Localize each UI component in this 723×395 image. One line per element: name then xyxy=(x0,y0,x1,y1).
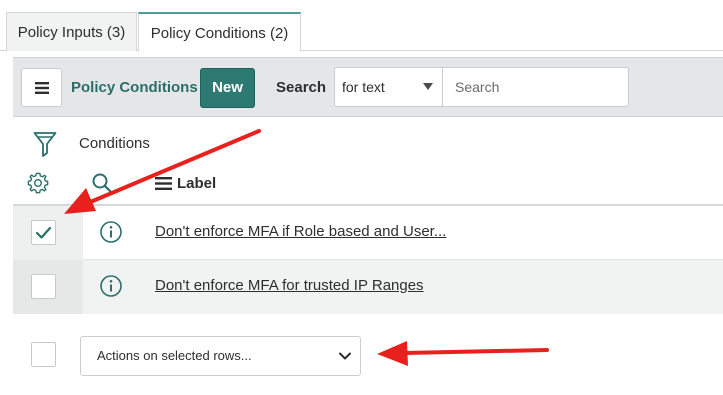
new-button[interactable]: New xyxy=(200,68,255,108)
table-row: Don't enforce MFA for trusted IP Ranges xyxy=(13,260,723,314)
conditions-label[interactable]: Conditions xyxy=(79,135,150,152)
list-toolbar: Policy Conditions New Search for text xyxy=(13,57,723,117)
row-checkbox[interactable] xyxy=(31,220,56,245)
tab-policy-conditions[interactable]: Policy Conditions (2) xyxy=(138,12,301,52)
row-label-link[interactable]: Don't enforce MFA if Role based and User… xyxy=(155,223,446,240)
list-icon xyxy=(155,177,172,190)
list-menu-button[interactable] xyxy=(21,68,62,107)
row-checkbox[interactable] xyxy=(31,274,56,299)
list-title[interactable]: Policy Conditions xyxy=(71,58,198,118)
tab-policy-inputs[interactable]: Policy Inputs (3) xyxy=(6,12,137,51)
check-icon xyxy=(35,226,52,239)
search-field-select[interactable]: for text xyxy=(334,67,443,107)
label-column-text: Label xyxy=(177,175,217,192)
tab-bar: Policy Inputs (3) Policy Conditions (2) xyxy=(0,0,723,52)
filter-icon[interactable] xyxy=(33,131,57,159)
gear-icon[interactable] xyxy=(27,172,49,194)
caret-down-icon xyxy=(423,83,433,90)
search-input[interactable] xyxy=(442,67,629,107)
info-icon[interactable] xyxy=(99,274,123,298)
actions-select-label: Actions on selected rows... xyxy=(97,348,252,363)
row-select-cell xyxy=(13,260,83,314)
search-label: Search xyxy=(276,79,327,96)
chevron-down-icon xyxy=(339,352,351,360)
row-label-link[interactable]: Don't enforce MFA for trusted IP Ranges xyxy=(155,277,424,294)
row-select-cell xyxy=(13,206,83,260)
table-row: Don't enforce MFA if Role based and User… xyxy=(13,206,723,260)
select-all-checkbox[interactable] xyxy=(31,342,56,367)
search-field-value: for text xyxy=(342,79,385,95)
actions-on-selected-rows-select[interactable]: Actions on selected rows... xyxy=(80,336,361,376)
info-icon[interactable] xyxy=(99,220,123,244)
search-icon[interactable] xyxy=(91,172,115,196)
label-column-header[interactable]: Label xyxy=(155,175,216,192)
hamburger-icon xyxy=(34,81,49,94)
annotation-arrow xyxy=(377,341,549,366)
